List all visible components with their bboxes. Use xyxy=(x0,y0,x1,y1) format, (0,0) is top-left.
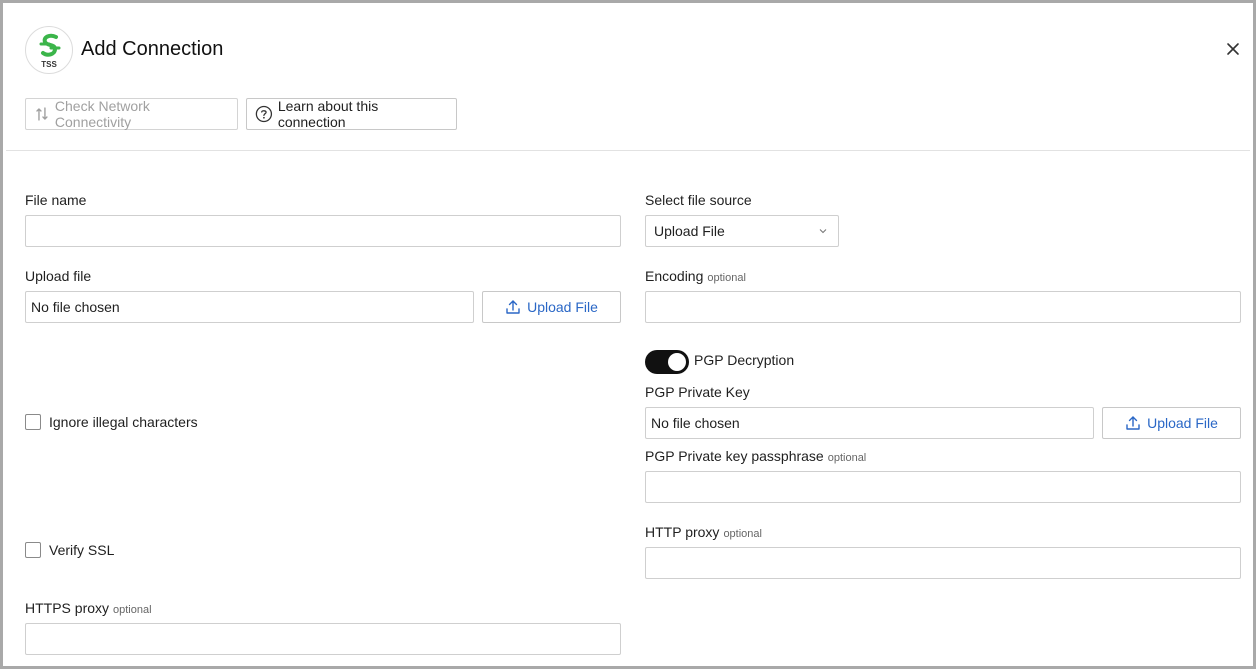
https-proxy-label: HTTPS proxy optional xyxy=(25,600,152,616)
help-icon xyxy=(255,105,273,123)
check-network-label: Check Network Connectivity xyxy=(54,98,150,130)
ignore-illegal-checkbox[interactable] xyxy=(25,414,41,430)
header-divider xyxy=(6,150,1250,151)
upload-file-label: Upload file xyxy=(25,268,92,284)
pgp-upload-button-label: Upload File xyxy=(1147,415,1218,431)
encoding-label-text: Encoding xyxy=(645,268,704,284)
close-icon[interactable] xyxy=(1223,39,1243,59)
tss-logo-icon xyxy=(39,33,61,57)
pgp-decryption-label: PGP Decryption xyxy=(694,352,795,368)
check-network-button[interactable]: Check Network Connectivity xyxy=(25,98,238,130)
pgp-passphrase-input[interactable] xyxy=(645,471,1241,503)
file-source-select[interactable]: Upload File xyxy=(645,215,839,247)
dialog-title: Add Connection xyxy=(81,38,224,60)
pgp-passphrase-label-text: PGP Private key passphrase xyxy=(645,448,824,464)
http-proxy-label-text: HTTP proxy xyxy=(645,524,720,540)
dialog-frame: TSS Add Connection Check Network Connect… xyxy=(0,0,1256,669)
pgp-private-key-label: PGP Private Key xyxy=(645,384,750,400)
encoding-label: Encoding optional xyxy=(645,268,746,284)
pgp-passphrase-label: PGP Private key passphrase optional xyxy=(645,448,866,464)
pgp-upload-button[interactable]: Upload File xyxy=(1102,407,1241,439)
file-source-value: Upload File xyxy=(654,223,725,239)
verify-ssl-label: Verify SSL xyxy=(49,542,115,558)
upload-icon xyxy=(506,300,520,314)
ignore-illegal-label: Ignore illegal characters xyxy=(49,414,198,430)
encoding-input[interactable] xyxy=(645,291,1241,323)
http-proxy-optional: optional xyxy=(723,528,762,540)
logo-text: TSS xyxy=(41,60,57,69)
upload-file-field[interactable]: No file chosen xyxy=(25,291,474,323)
chevron-down-icon xyxy=(819,229,827,234)
pgp-passphrase-optional: optional xyxy=(827,452,867,464)
https-proxy-optional: optional xyxy=(113,604,152,616)
network-check-icon xyxy=(36,107,48,121)
tss-logo: TSS xyxy=(25,26,73,74)
https-proxy-label-text: HTTPS proxy xyxy=(25,600,110,616)
upload-file-button[interactable]: Upload File xyxy=(482,291,621,323)
pgp-private-key-field[interactable]: No file chosen xyxy=(645,407,1094,439)
file-name-label: File name xyxy=(25,192,87,208)
verify-ssl-checkbox[interactable] xyxy=(25,542,41,558)
file-name-input[interactable] xyxy=(25,215,621,247)
http-proxy-input[interactable] xyxy=(645,547,1241,579)
encoding-optional: optional xyxy=(707,272,746,284)
toggle-knob xyxy=(668,353,686,371)
http-proxy-label: HTTP proxy optional xyxy=(645,524,762,540)
upload-file-button-label: Upload File xyxy=(527,299,598,315)
https-proxy-input[interactable] xyxy=(25,623,621,655)
file-source-label: Select file source xyxy=(645,192,752,208)
learn-connection-label: Learn about this connection xyxy=(277,98,379,130)
pgp-decryption-toggle[interactable] xyxy=(645,350,689,374)
upload-icon xyxy=(1126,416,1140,430)
learn-connection-button[interactable]: Learn about this connection xyxy=(246,98,457,130)
